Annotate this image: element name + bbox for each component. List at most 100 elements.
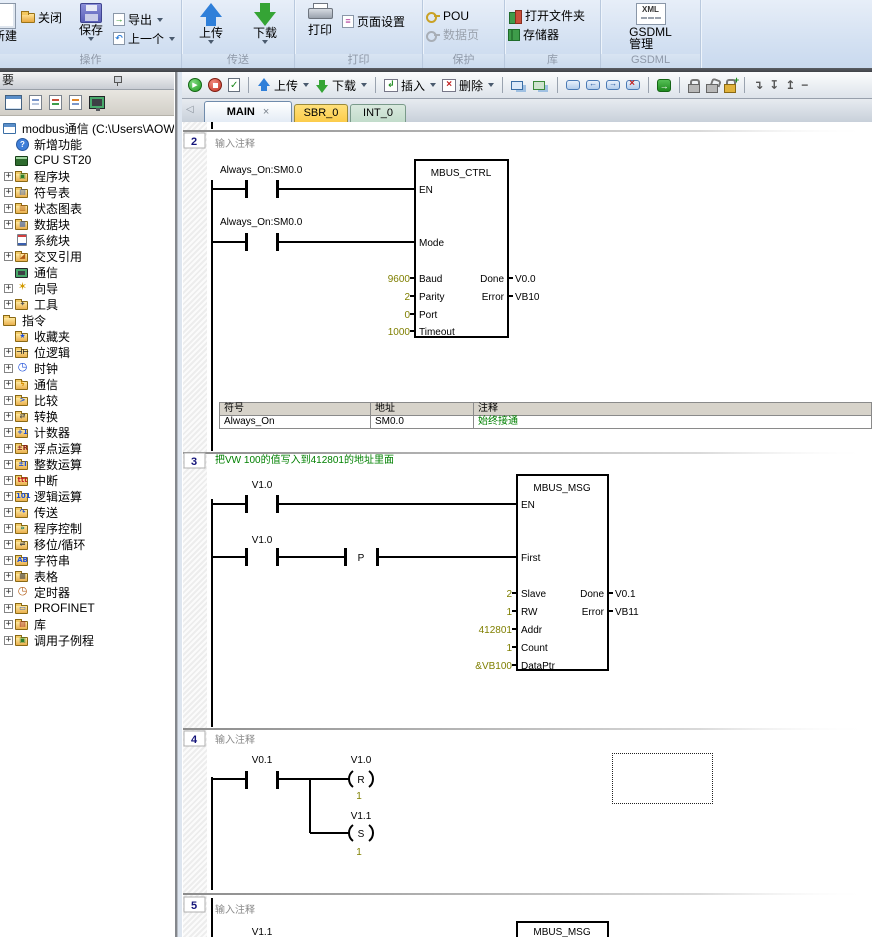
- tree-item-logic-ops[interactable]: +101逻辑运算: [0, 488, 174, 504]
- open-folder-button[interactable]: 打开文件夹: [508, 8, 585, 23]
- contact-always-on-1[interactable]: [212, 180, 415, 198]
- address-cell[interactable]: SM0.0: [371, 416, 474, 429]
- pou-button[interactable]: POU: [426, 8, 479, 23]
- tree-item-cpu[interactable]: CPU ST20: [0, 152, 174, 168]
- tree-item-bit-logic[interactable]: +⊣⊢位逻辑: [0, 344, 174, 360]
- upload-toolbar-dropdown[interactable]: [303, 83, 309, 87]
- insert-branch-down-button[interactable]: ↴: [751, 77, 765, 93]
- tab-int0[interactable]: INT_0: [350, 104, 406, 122]
- expand-icon[interactable]: +: [4, 556, 13, 565]
- bookmark-prev-button[interactable]: ←: [584, 79, 602, 91]
- tree-item-interrupt[interactable]: +ttt中断: [0, 472, 174, 488]
- tree-item-string[interactable]: +AB字符串: [0, 552, 174, 568]
- expand-icon[interactable]: +: [4, 492, 13, 501]
- tab-main[interactable]: MAIN×: [204, 101, 292, 122]
- expand-icon[interactable]: +: [4, 300, 13, 309]
- tree-item-call-subroutine[interactable]: +▣调用子例程: [0, 632, 174, 648]
- tree-item-library[interactable]: +▤库: [0, 616, 174, 632]
- status-chart-view-icon[interactable]: [29, 95, 42, 110]
- download-toolbar-dropdown[interactable]: [361, 83, 367, 87]
- page-setup-button[interactable]: ≡ 页面设置: [342, 14, 405, 29]
- expand-icon[interactable]: +: [4, 188, 13, 197]
- pou-map-button[interactable]: [531, 80, 551, 91]
- upload-ribbon-button[interactable]: 上传: [189, 2, 233, 44]
- line-horizontal-button[interactable]: −: [799, 77, 810, 93]
- tree-item-whats-new[interactable]: 新增功能: [0, 136, 174, 152]
- print-button[interactable]: 打印: [298, 2, 342, 37]
- expand-icon[interactable]: +: [4, 588, 13, 597]
- contact-label[interactable]: V1.0: [252, 480, 273, 491]
- pou-view-button[interactable]: [509, 80, 529, 91]
- bookmark-clear-button[interactable]: ×: [624, 79, 642, 91]
- stop-button[interactable]: [206, 77, 224, 93]
- tree-item-convert[interactable]: +⇄转换: [0, 408, 174, 424]
- pin-icon[interactable]: [113, 76, 122, 86]
- tree-item-move[interactable]: +↷传送: [0, 504, 174, 520]
- expand-icon[interactable]: +: [4, 220, 13, 229]
- line-down-button[interactable]: ↧: [767, 77, 781, 93]
- tree-item-compare[interactable]: +>比较: [0, 392, 174, 408]
- tree-item-cross-ref[interactable]: +◪交叉引用: [0, 248, 174, 264]
- tree-item-timer[interactable]: +◷定时器: [0, 584, 174, 600]
- panel-splitter[interactable]: [174, 72, 182, 937]
- download-dropdown-icon[interactable]: [262, 40, 268, 44]
- new-button[interactable]: 新建: [0, 2, 21, 43]
- expand-icon[interactable]: +: [4, 540, 13, 549]
- line-up-button[interactable]: ↥: [783, 77, 797, 93]
- tree-item-table[interactable]: +▦表格: [0, 568, 174, 584]
- network-3-comment[interactable]: 把VW 100的值写入到412801的地址里面: [215, 453, 394, 466]
- tree-item-counter[interactable]: ++1计数器: [0, 424, 174, 440]
- tree-item-clock[interactable]: +◷时钟: [0, 360, 174, 376]
- contact-label[interactable]: V1.0: [252, 535, 273, 546]
- expand-icon[interactable]: +: [4, 428, 13, 437]
- run-button[interactable]: ▶: [186, 77, 204, 93]
- symbol-table-view-icon[interactable]: [5, 95, 22, 110]
- network-5-number[interactable]: 5: [184, 897, 205, 912]
- gsdml-manage-button[interactable]: XML GSDML管理: [623, 2, 679, 50]
- expand-icon[interactable]: +: [4, 172, 13, 181]
- expand-icon[interactable]: +: [4, 252, 13, 261]
- expand-icon[interactable]: +: [4, 380, 13, 389]
- bookmark-next-button[interactable]: →: [604, 79, 622, 91]
- contact-v10-2[interactable]: [212, 548, 345, 566]
- expand-icon[interactable]: +: [4, 460, 13, 469]
- tab-close-icon[interactable]: ×: [263, 106, 269, 118]
- save-button[interactable]: 保存: [69, 2, 113, 41]
- tree-item-wizard[interactable]: +✶向导: [0, 280, 174, 296]
- expand-icon[interactable]: +: [4, 412, 13, 421]
- contact-v01[interactable]: [212, 771, 349, 789]
- positive-edge-contact[interactable]: P: [344, 548, 517, 566]
- expand-icon[interactable]: +: [4, 396, 13, 405]
- tree-item-instructions[interactable]: 指令: [0, 312, 174, 328]
- tree-item-system-block[interactable]: 系统块: [0, 232, 174, 248]
- contact-label[interactable]: V1.1: [252, 927, 273, 937]
- expand-icon[interactable]: +: [4, 348, 13, 357]
- delete-dropdown[interactable]: [488, 83, 494, 87]
- lock-add-button[interactable]: +: [722, 78, 738, 93]
- upload-toolbar-button[interactable]: 上传: [255, 76, 311, 95]
- cross-reference-view-icon[interactable]: [69, 95, 82, 110]
- communication-view-icon[interactable]: [89, 96, 105, 109]
- expand-icon[interactable]: +: [4, 476, 13, 485]
- delete-button[interactable]: 删除: [440, 76, 496, 95]
- download-ribbon-button[interactable]: 下载: [243, 2, 287, 44]
- contact-label[interactable]: Always_On:SM0.0: [220, 165, 303, 176]
- tree-item-int-math[interactable]: +±I整数运算: [0, 456, 174, 472]
- symbol-cell[interactable]: Always_On: [220, 416, 371, 429]
- reset-coil[interactable]: V1.0 R 1: [349, 755, 373, 802]
- symbol-table-row[interactable]: Always_On SM0.0 始终接通: [220, 416, 872, 429]
- tree-item-data-block[interactable]: +▦数据块: [0, 216, 174, 232]
- tree-item-status-chart[interactable]: +▥状态图表: [0, 200, 174, 216]
- tab-sbr0[interactable]: SBR_0: [294, 104, 348, 122]
- export-dropdown-icon[interactable]: [157, 18, 163, 22]
- unlock-button[interactable]: [704, 78, 720, 93]
- previous-dropdown-icon[interactable]: [169, 37, 175, 41]
- insert-button[interactable]: 插入: [382, 76, 438, 95]
- data-block-view-icon[interactable]: [49, 95, 62, 110]
- mbus-msg-block[interactable]: MBUS_MSG EN First Slave RW Addr Count Da…: [517, 475, 608, 672]
- mbus-msg-block-2[interactable]: MBUS_MSG: [517, 922, 608, 937]
- network-5-comment[interactable]: 输入注释: [215, 903, 255, 916]
- network-3-number[interactable]: 3: [184, 453, 205, 468]
- export-button[interactable]: → 导出: [113, 12, 175, 27]
- goto-button[interactable]: →: [655, 78, 673, 93]
